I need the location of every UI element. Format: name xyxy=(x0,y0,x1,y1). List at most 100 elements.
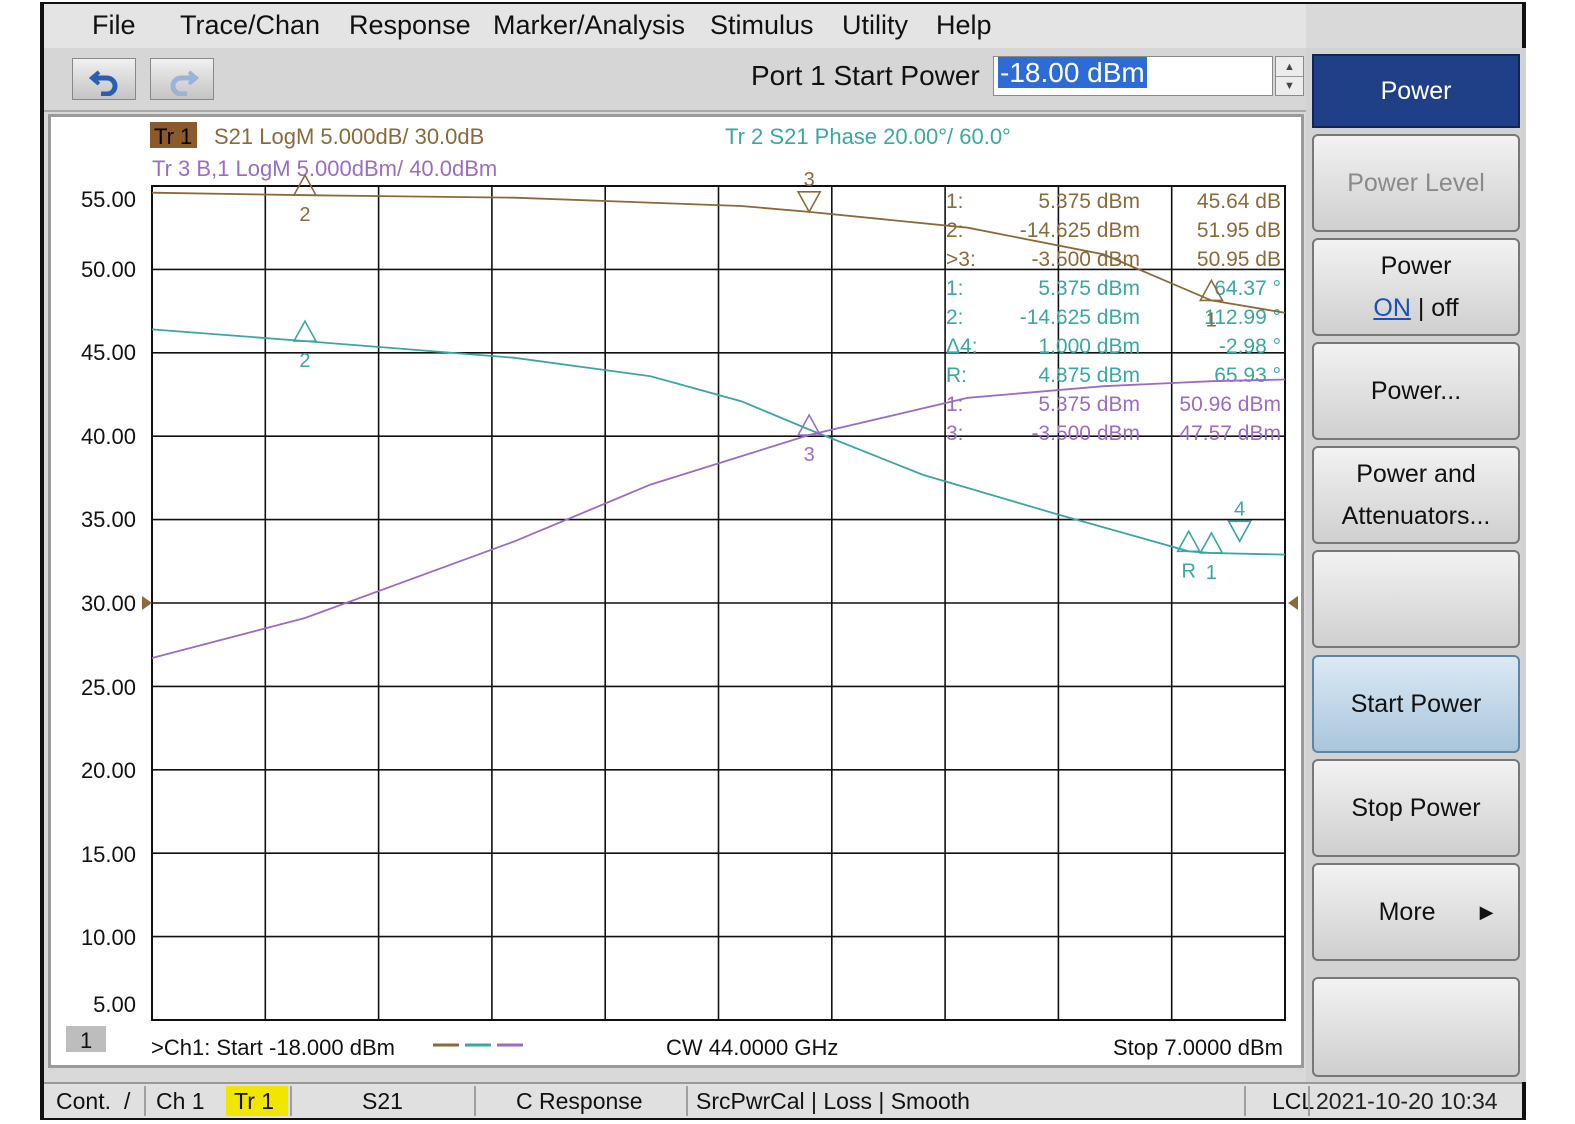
marker-label: R xyxy=(1181,560,1195,582)
status-datetime: 2021-10-20 10:34 xyxy=(1316,1088,1498,1114)
y-tick-label: 10.00 xyxy=(81,925,136,950)
marker-table-response: 50.96 dBm xyxy=(1179,393,1281,416)
value-spinner[interactable]: ▲ ▼ xyxy=(1275,56,1304,96)
redo-arrow-icon xyxy=(170,70,199,96)
footer-cw[interactable]: CW 44.0000 GHz xyxy=(666,1035,838,1060)
softkey-start-power[interactable]: Start Power xyxy=(1312,655,1520,753)
y-tick-label: 55.00 xyxy=(81,187,136,212)
softkey-more[interactable]: More ▶ xyxy=(1312,863,1520,961)
marker-table-response: 45.64 dB xyxy=(1197,190,1281,213)
undo-arrow-icon xyxy=(89,70,118,96)
softkey-stop-power[interactable]: Stop Power xyxy=(1312,759,1520,857)
marker-table-response: 64.37 ° xyxy=(1214,277,1281,300)
undo-button[interactable] xyxy=(72,58,136,100)
tr3-label[interactable]: Tr 3 B,1 LogM 5.000dBm/ 40.0dBm xyxy=(152,156,497,181)
softkey-atten-line1: Power and xyxy=(1356,460,1476,488)
menu-marker-analysis[interactable]: Marker/Analysis xyxy=(493,10,685,41)
softkey-power-on-off[interactable]: Power ON | off xyxy=(1312,238,1520,336)
more-arrow-icon: ▶ xyxy=(1479,902,1494,922)
marker-table-id: 1: xyxy=(946,190,964,213)
softkey-power-level[interactable]: Power Level xyxy=(1312,134,1520,232)
entry-label: Port 1 Start Power xyxy=(751,60,980,91)
status-param[interactable]: S21 xyxy=(362,1086,403,1116)
marker-table: 1: 5.375 dBm 45.64 dB 2: -14.625 dBm 51.95 dB… xyxy=(946,190,1281,445)
marker-table-id: R: xyxy=(946,364,967,387)
marker-triangle-icon[interactable] xyxy=(1227,520,1253,543)
softkey-empty[interactable] xyxy=(1312,977,1520,1077)
softkey-title-text: Power xyxy=(1380,77,1452,105)
marker-table-id: 1: xyxy=(946,393,964,416)
menu-bar: File Trace/Chan Response Marker/Analysis… xyxy=(44,4,1306,48)
marker-table-stimulus: -3.500 dBm xyxy=(1031,422,1140,445)
power-off-option: off xyxy=(1431,294,1459,322)
softkey-stop-power-label: Stop Power xyxy=(1351,794,1481,822)
marker-table-id: 2: xyxy=(946,306,964,329)
y-tick-label: 30.00 xyxy=(81,591,136,616)
ref-left-arrow-icon xyxy=(142,596,152,610)
y-tick-labels: 55.00 50.00 45.00 40.00 35.00 30.00 25.00 20.00… xyxy=(81,187,136,1017)
softkey-start-power-label: Start Power xyxy=(1350,690,1482,718)
softkey-menu-title: Power xyxy=(1312,54,1520,128)
menu-trace-chan[interactable]: Trace/Chan xyxy=(180,10,320,41)
marker-table-stimulus: 5.375 dBm xyxy=(1038,190,1140,213)
marker-table-id: 3: xyxy=(946,422,964,445)
status-cal[interactable]: C Response xyxy=(516,1086,643,1116)
marker-triangle-icon[interactable] xyxy=(796,191,822,214)
marker-table-id: >3: xyxy=(946,248,976,271)
softkey-power-label: Power xyxy=(1380,252,1452,280)
softkey-power-dialog[interactable]: Power... xyxy=(1312,342,1520,440)
marker-table-response: 65.93 ° xyxy=(1214,364,1281,387)
marker-label: 4 xyxy=(1234,498,1245,520)
softkey-blank[interactable] xyxy=(1312,550,1520,648)
softkey-more-label: More xyxy=(1378,898,1436,926)
footer-stop[interactable]: Stop 7.0000 dBm xyxy=(1113,1035,1283,1060)
tr1-label[interactable]: S21 LogM 5.000dB/ 30.0dB xyxy=(214,124,484,149)
marker-table-stimulus: 5.375 dBm xyxy=(1038,393,1140,416)
marker-table-id: 2: xyxy=(946,219,964,242)
chart: Tr 1 S21 LogM 5.000dB/ 30.0dB Tr 2 S21 P… xyxy=(66,122,1298,1060)
marker-triangle-icon[interactable] xyxy=(1198,531,1224,554)
status-flags: SrcPwrCal | Loss | Smooth xyxy=(696,1088,970,1114)
tr1-badge[interactable]: Tr 1 xyxy=(154,124,192,149)
marker-label: 3 xyxy=(804,169,815,191)
status-bar: Cont. / Ch 1 Tr 1 S21 C Response SrcPwrC… xyxy=(44,1082,1522,1118)
marker-table-id: Δ4: xyxy=(946,335,978,358)
channel-number: 1 xyxy=(80,1028,92,1053)
redo-button[interactable] xyxy=(150,58,214,100)
marker-table-response: 51.95 dB xyxy=(1197,219,1281,242)
marker-table-id: 1: xyxy=(946,277,964,300)
marker-table-response: -2.98 ° xyxy=(1219,335,1281,358)
softkey-power-and-attenuators[interactable]: Power and Attenuators... xyxy=(1312,446,1520,544)
menu-stimulus[interactable]: Stimulus xyxy=(710,10,814,41)
footer-start[interactable]: >Ch1: Start -18.000 dBm xyxy=(151,1035,395,1060)
spin-up-icon[interactable]: ▲ xyxy=(1276,57,1303,77)
marker-label: 2 xyxy=(299,204,310,226)
menu-file[interactable]: File xyxy=(92,10,136,41)
marker-table-stimulus: 1.000 dBm xyxy=(1038,335,1140,358)
menu-help[interactable]: Help xyxy=(936,10,992,41)
marker-label: 1 xyxy=(1206,562,1217,584)
menu-utility[interactable]: Utility xyxy=(842,10,908,41)
marker-table-stimulus: -14.625 dBm xyxy=(1020,306,1140,329)
y-tick-label: 40.00 xyxy=(81,424,136,449)
y-tick-label: 50.00 xyxy=(81,257,136,282)
y-tick-label: 20.00 xyxy=(81,758,136,783)
marker-table-stimulus: 5.375 dBm xyxy=(1038,277,1140,300)
y-tick-label: 35.00 xyxy=(81,507,136,532)
y-tick-label: 5.00 xyxy=(93,992,136,1017)
marker-triangle-icon[interactable] xyxy=(292,319,318,342)
spin-down-icon[interactable]: ▼ xyxy=(1276,76,1303,95)
softkey-on-off-row: ON | off xyxy=(1373,287,1458,329)
entry-value: -18.00 dBm xyxy=(998,57,1147,88)
y-tick-label: 15.00 xyxy=(81,842,136,867)
marker-label: 3 xyxy=(804,444,815,466)
status-cont[interactable]: Cont. xyxy=(56,1086,111,1116)
power-on-option: ON xyxy=(1373,294,1411,322)
status-channel[interactable]: Ch 1 xyxy=(156,1086,205,1116)
y-tick-label: 45.00 xyxy=(81,340,136,365)
menu-response[interactable]: Response xyxy=(349,10,471,41)
tr2-label[interactable]: Tr 2 S21 Phase 20.00°/ 60.0° xyxy=(725,124,1011,149)
marker-table-stimulus: -14.625 dBm xyxy=(1020,219,1140,242)
start-power-input[interactable]: -18.00 dBm xyxy=(993,56,1273,96)
y-tick-label: 25.00 xyxy=(81,675,136,700)
